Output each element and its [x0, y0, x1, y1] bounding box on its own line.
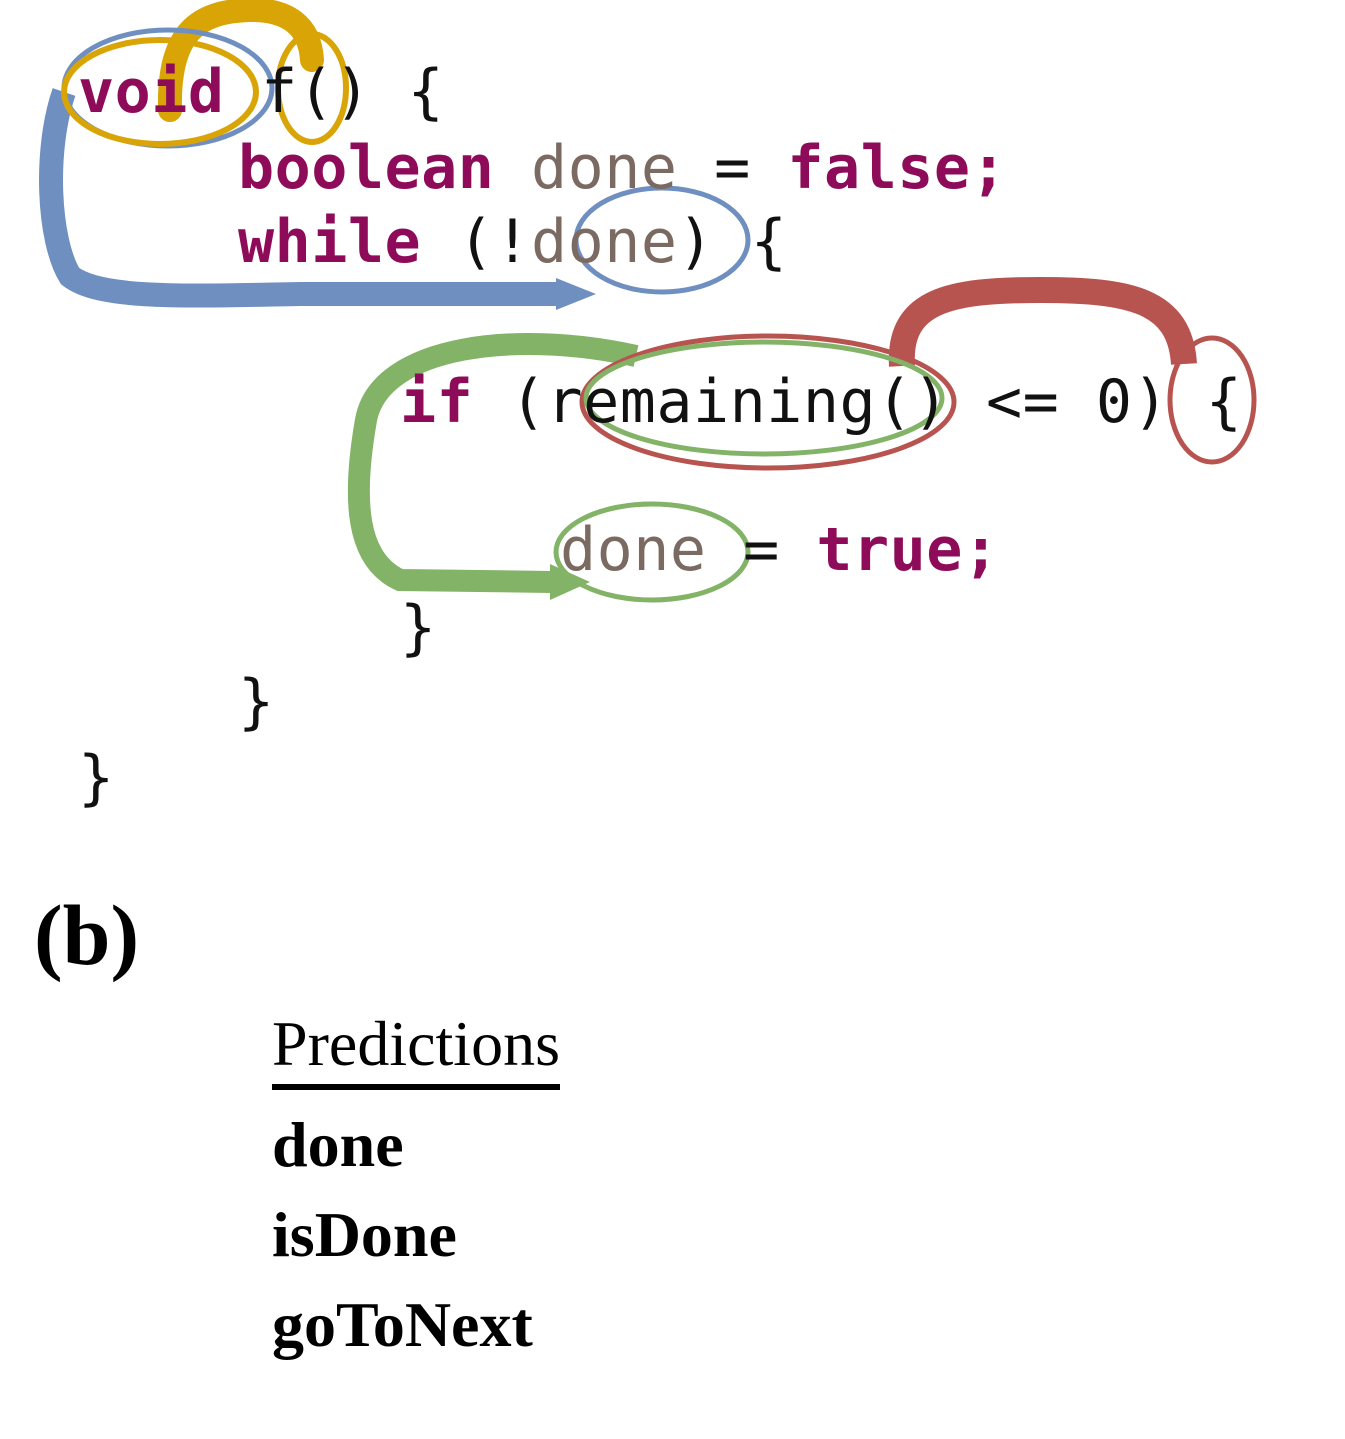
code-token-open-paren-not: (!	[421, 207, 531, 277]
code-token-keyword: boolean	[238, 133, 495, 203]
code-figure: void f() { boolean done = false; while (…	[0, 0, 1345, 860]
code-token-identifier-done: done	[531, 133, 678, 203]
code-token-semicolon: ;	[962, 515, 1000, 585]
code-line-8: }	[78, 748, 115, 808]
code-token-keyword-while: while	[238, 207, 422, 277]
predictions-list: Predictions done isDone goToNext	[272, 1008, 792, 1370]
code-token-assign: =	[706, 515, 817, 585]
code-line-5: done = true;	[560, 520, 1000, 580]
code-line-2: boolean done = false;	[238, 138, 1007, 198]
code-token-close-paren-brace: ) {	[677, 207, 788, 277]
predictions-figure: (b) Predictions done isDone goToNext	[0, 860, 1345, 1439]
code-line-7: }	[238, 672, 275, 732]
code-token-operator: =	[677, 133, 788, 203]
code-line-3: while (!done) {	[238, 212, 787, 272]
code-token-semicolon: ;	[970, 133, 1008, 203]
prediction-item: isDone	[272, 1199, 457, 1270]
panel-label-b: (b)	[34, 887, 140, 983]
code-token-identifier-done: done	[531, 207, 678, 277]
predictions-heading-wrap: Predictions	[272, 1008, 792, 1090]
code-token-close-brace: }	[238, 667, 275, 737]
code-token-open-paren: (	[473, 367, 547, 437]
predictions-heading: Predictions	[272, 1008, 560, 1090]
predictions-items: done isDone goToNext	[272, 1100, 792, 1370]
code-token-comparison: () <= 0) {	[876, 367, 1243, 437]
code-token-close-brace: }	[400, 593, 437, 663]
code-token-method-remaining: remaining	[546, 367, 877, 437]
code-token-keyword: void	[78, 57, 225, 127]
code-token-keyword-if: if	[400, 367, 474, 437]
code-line-6: }	[400, 598, 437, 658]
code-token-close-brace: }	[78, 743, 115, 813]
prediction-item: done	[272, 1109, 404, 1180]
code-line-1: void f() {	[78, 62, 444, 122]
code-token-keyword-false: false	[787, 133, 971, 203]
code-text-layer: void f() { boolean done = false; while (…	[0, 0, 1345, 860]
code-line-4: if (remaining() <= 0) {	[400, 372, 1242, 432]
code-token-identifier-done: done	[560, 515, 707, 585]
prediction-item: goToNext	[272, 1289, 533, 1360]
code-token-keyword-true: true	[816, 515, 963, 585]
code-token-plain: f() {	[224, 57, 445, 127]
